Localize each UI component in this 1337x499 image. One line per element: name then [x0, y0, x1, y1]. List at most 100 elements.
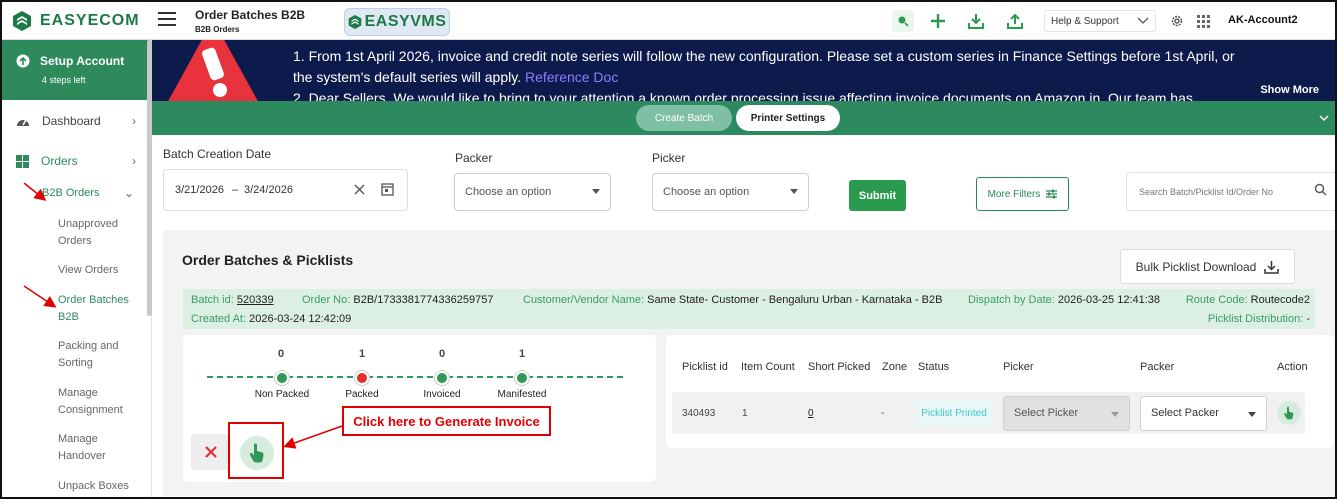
- chevron-down-icon: ⌄: [123, 186, 134, 200]
- caret-down-icon: [1248, 412, 1256, 417]
- hand-pointer-icon: [1284, 406, 1294, 420]
- download-icon[interactable]: [965, 10, 987, 32]
- bulk-download-label: Bulk Picklist Download: [1135, 259, 1257, 274]
- more-filters-button[interactable]: More Filters: [976, 177, 1069, 211]
- col-header-packer: Packer: [1140, 361, 1175, 373]
- reference-doc-link[interactable]: Reference Doc: [525, 69, 618, 85]
- stage-label-manifested: Manifested: [497, 389, 547, 400]
- chevron-down-icon[interactable]: [1319, 113, 1329, 123]
- created-label: Created At:: [191, 313, 247, 325]
- cell-picklist-id: 340493: [682, 408, 716, 419]
- row-action-button[interactable]: [1277, 401, 1301, 425]
- packer-select-value: Choose an option: [465, 186, 552, 198]
- progress-track: [207, 376, 627, 378]
- easyvms-label: EASYVMS: [364, 13, 447, 30]
- stage-count-non-packed: 0: [278, 348, 285, 360]
- row-packer-value: Select Packer: [1151, 407, 1219, 419]
- cancel-batch-button[interactable]: [191, 434, 231, 470]
- col-header-status: Status: [918, 361, 950, 373]
- submit-button[interactable]: Submit: [849, 180, 906, 211]
- sidebar-item-orders[interactable]: Orders ›: [16, 154, 136, 168]
- cell-zone: -: [881, 408, 885, 419]
- batch-id-link[interactable]: 520339: [237, 294, 274, 306]
- dispatch-label: Dispatch by Date:: [968, 294, 1055, 306]
- warning-icon: [168, 40, 258, 101]
- order-no-label: Order No:: [302, 294, 351, 306]
- upload-icon[interactable]: [1004, 10, 1026, 32]
- picker-filter-label: Picker: [652, 151, 686, 165]
- row-packer-select[interactable]: Select Packer: [1140, 396, 1267, 431]
- more-filters-label: More Filters: [987, 188, 1041, 200]
- annotation-callout: Click here to Generate Invoice: [342, 406, 551, 436]
- add-icon[interactable]: [927, 10, 949, 32]
- help-support-dropdown[interactable]: Help & Support: [1044, 10, 1156, 32]
- status-badge: Picklist Printed: [915, 400, 993, 426]
- show-more-link[interactable]: Show More: [1260, 84, 1319, 96]
- sidebar-item-label: Dashboard: [42, 114, 101, 128]
- sidebar-item-b2b-orders[interactable]: B2B Orders ⌄: [42, 186, 134, 200]
- filter-sliders-icon: [1046, 189, 1058, 199]
- date-range-picker[interactable]: 3/21/2026 – 3/24/2026: [163, 169, 408, 211]
- top-bar: EASYECOM Order Batches B2B B2B Orders EA…: [2, 2, 1335, 40]
- caret-down-icon: [592, 189, 600, 194]
- brand-logo[interactable]: EASYECOM: [12, 10, 140, 32]
- stage-dot-non-packed: [275, 371, 289, 385]
- stage-label-invoiced: Invoiced: [423, 389, 461, 400]
- arrow-up-circle-icon: [16, 54, 30, 68]
- col-header-picklist-id: Picklist id: [682, 361, 728, 373]
- close-icon: [205, 446, 217, 458]
- order-no-value: B2B/1733381774336259757: [353, 294, 494, 306]
- account-name[interactable]: AK-Account2: [1228, 14, 1298, 26]
- calendar-icon[interactable]: [381, 182, 394, 196]
- sidebar-subitem-manage-consignment[interactable]: Manage Consignment: [58, 385, 142, 419]
- caret-down-icon: [790, 189, 798, 194]
- setup-account-title: Setup Account: [40, 54, 125, 68]
- packer-select[interactable]: Choose an option: [454, 173, 611, 211]
- apps-grid-icon[interactable]: [1192, 10, 1214, 32]
- date-filter-label: Batch Creation Date: [163, 147, 272, 161]
- sidebar-item-dashboard[interactable]: Dashboard ›: [16, 114, 136, 128]
- sidebar-subitem-unpack-boxes[interactable]: Unpack Boxes: [58, 478, 142, 495]
- generate-invoice-button[interactable]: [240, 436, 274, 470]
- col-header-short-picked: Short Picked: [808, 361, 871, 373]
- date-separator: –: [232, 184, 239, 196]
- cell-item-count: 1: [742, 408, 748, 419]
- app-window: EASYECOM Order Batches B2B B2B Orders EA…: [0, 0, 1337, 499]
- easyecom-logo-icon: [13, 11, 31, 31]
- banner-message: 1. From 1st April 2026, invoice and cred…: [293, 46, 1303, 101]
- hand-pointer-icon: [249, 443, 264, 463]
- picker-select-value: Choose an option: [663, 186, 750, 198]
- easyvms-switch-button[interactable]: EASYVMS: [344, 8, 450, 36]
- sidebar-subitem-order-batches-b2b[interactable]: Order Batches B2B: [58, 292, 142, 326]
- banner-line-2: the system's default series will apply. …: [293, 67, 1303, 88]
- stage-label-packed: Packed: [345, 389, 379, 400]
- bulk-picklist-download-button[interactable]: Bulk Picklist Download: [1120, 249, 1295, 284]
- sidebar-subitem-packing-sorting[interactable]: Packing and Sorting: [58, 338, 142, 372]
- batch-info-bar: Batch id: 520339 Order No: B2B/173338177…: [183, 289, 1315, 329]
- sidebar-subitem-manage-handover[interactable]: Manage Handover: [58, 431, 142, 465]
- date-end: 3/24/2026: [244, 184, 293, 196]
- gear-icon[interactable]: [1166, 10, 1188, 32]
- create-batch-button[interactable]: Create Batch: [636, 105, 732, 131]
- search-icon[interactable]: [892, 10, 914, 32]
- action-tab-bar: Create Batch Printer Settings: [152, 101, 1335, 135]
- banner-line-1: 1. From 1st April 2026, invoice and cred…: [293, 48, 1235, 64]
- picker-select[interactable]: Choose an option: [652, 173, 809, 211]
- customer-field: Customer/Vendor Name: Same State- Custom…: [523, 294, 942, 306]
- search-icon[interactable]: [1314, 183, 1327, 196]
- clear-icon[interactable]: [354, 184, 365, 195]
- sidebar-subitem-unapproved-orders[interactable]: Unapproved Orders: [58, 216, 142, 250]
- batch-id-label: Batch id:: [191, 294, 234, 306]
- route-field: Route Code: Routecode2: [1186, 294, 1310, 306]
- distribution-field: Picklist Distribution: -: [1208, 313, 1310, 325]
- cell-short-picked-link[interactable]: 0: [808, 408, 814, 419]
- sidebar-subitem-view-orders[interactable]: View Orders: [58, 262, 142, 279]
- printer-settings-button[interactable]: Printer Settings: [736, 105, 840, 131]
- brand-name: EASYECOM: [40, 12, 140, 29]
- row-picker-select[interactable]: Select Picker: [1003, 396, 1130, 431]
- stage-dot-manifested: [515, 371, 529, 385]
- menu-toggle-icon[interactable]: [158, 12, 176, 26]
- search-input[interactable]: Search Batch/Picklist Id/Order No: [1126, 172, 1335, 211]
- customer-label: Customer/Vendor Name:: [523, 294, 645, 306]
- setup-account-card[interactable]: Setup Account 4 steps left: [2, 40, 150, 100]
